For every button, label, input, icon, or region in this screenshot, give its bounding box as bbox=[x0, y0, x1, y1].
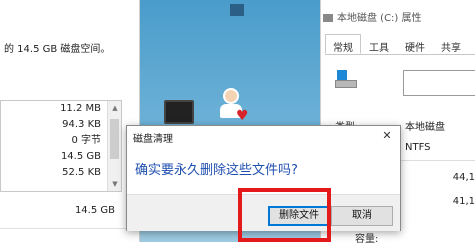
close-icon[interactable]: ✕ bbox=[380, 129, 394, 143]
free-space-value: 41,1 bbox=[452, 196, 475, 207]
tab-divider bbox=[325, 54, 475, 55]
list-item-size[interactable]: 0 字节 bbox=[1, 133, 121, 149]
heart-icon: ♥ bbox=[236, 108, 249, 124]
space-description: 的 14.5 GB 磁盘空间。 bbox=[4, 44, 111, 55]
scroll-up-icon[interactable]: ▲ bbox=[108, 101, 122, 115]
cancel-button[interactable]: 取消 bbox=[331, 206, 393, 226]
hard-drive-icon bbox=[335, 70, 357, 90]
tab-sharing[interactable]: 共享 bbox=[433, 34, 469, 54]
dialog-message: 确实要永久删除这些文件吗? bbox=[135, 163, 298, 178]
scroll-thumb[interactable] bbox=[110, 119, 119, 159]
list-item-size[interactable]: 14.5 GB bbox=[1, 149, 121, 165]
wallpaper-detail bbox=[230, 4, 244, 16]
properties-tabs: 常规 工具 硬件 共享 bbox=[325, 34, 469, 54]
list-item-size[interactable]: 94.3 KB bbox=[1, 117, 121, 133]
capacity-label: 容量: bbox=[355, 234, 379, 245]
disk-cleanup-window: 的 14.5 GB 磁盘空间。 11.2 MB 94.3 KB 0 字节 14.… bbox=[0, 0, 140, 242]
list-item-size[interactable]: 11.2 MB bbox=[1, 101, 121, 117]
dialog-title: 磁盘清理 bbox=[133, 134, 173, 145]
laptop-illustration bbox=[164, 100, 194, 124]
tab-general[interactable]: 常规 bbox=[325, 34, 361, 54]
tab-hardware[interactable]: 硬件 bbox=[397, 34, 433, 54]
list-item-size[interactable]: 52.5 KB bbox=[1, 165, 121, 181]
list-scrollbar[interactable]: ▲ ▼ bbox=[107, 101, 121, 191]
filesystem-value: NTFS bbox=[405, 142, 431, 153]
window-title: 本地磁盘 (C:) 属性 bbox=[323, 9, 422, 24]
drive-icon bbox=[323, 14, 333, 22]
divider bbox=[0, 228, 140, 229]
scroll-down-icon[interactable]: ▼ bbox=[108, 177, 122, 191]
type-value: 本地磁盘 bbox=[405, 122, 445, 133]
used-space-value: 44,1 bbox=[452, 172, 475, 183]
files-to-delete-list[interactable]: 11.2 MB 94.3 KB 0 字节 14.5 GB 52.5 KB ▲ ▼ bbox=[0, 100, 122, 192]
drive-name-input[interactable] bbox=[403, 70, 475, 96]
annotation-highlight-box bbox=[238, 188, 331, 242]
tab-tools[interactable]: 工具 bbox=[361, 34, 397, 54]
total-space-value: 14.5 GB bbox=[74, 205, 115, 216]
